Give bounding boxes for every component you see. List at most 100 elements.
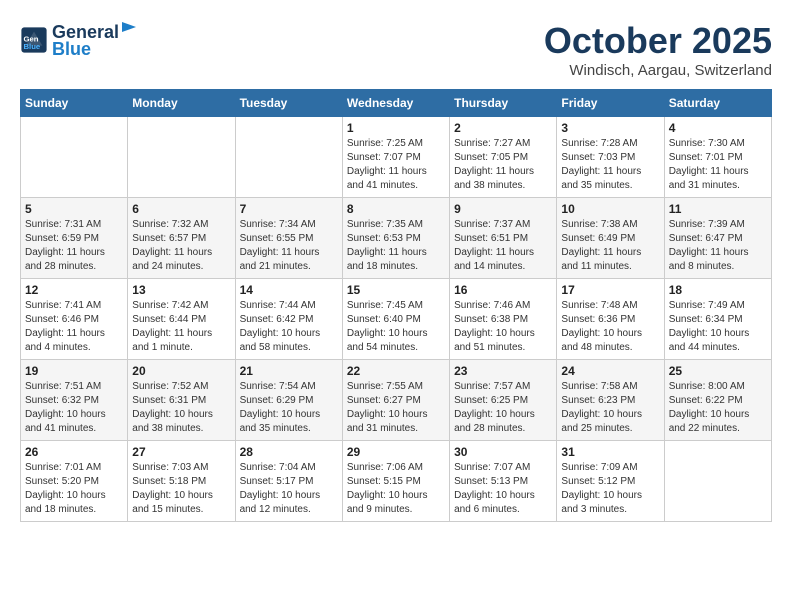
calendar-cell: 7 Sunrise: 7:34 AM Sunset: 6:55 PM Daylig… <box>235 198 342 279</box>
calendar-cell: 14 Sunrise: 7:44 AM Sunset: 6:42 PM Dayli… <box>235 279 342 360</box>
weekday-wednesday: Wednesday <box>342 90 449 117</box>
week-row-1: 1Sunrise: 7:25 AM Sunset: 7:07 PM Daylig… <box>21 117 772 198</box>
weekday-friday: Friday <box>557 90 664 117</box>
day-info: Sunrise: 7:49 AM Sunset: 6:34 PM Dayligh… <box>669 299 767 355</box>
day-number: 11 <box>669 202 767 216</box>
calendar-cell: 24 Sunrise: 7:58 AM Sunset: 6:23 PM Dayli… <box>557 360 664 441</box>
day-number: 31 <box>561 445 659 459</box>
logo: Gen Blue General Blue <box>20 20 138 60</box>
logo-flag-icon <box>120 20 138 38</box>
day-number: 27 <box>132 445 230 459</box>
calendar-cell: 5 Sunrise: 7:31 AM Sunset: 6:59 PM Daylig… <box>21 198 128 279</box>
day-info: Sunrise: 7:57 AM Sunset: 6:25 PM Dayligh… <box>454 380 552 436</box>
day-number: 3 <box>561 121 659 135</box>
calendar-cell: 8Sunrise: 7:35 AM Sunset: 6:53 PM Daylig… <box>342 198 449 279</box>
day-info: Sunrise: 7:31 AM Sunset: 6:59 PM Dayligh… <box>25 218 123 274</box>
day-number: 5 <box>25 202 123 216</box>
day-info: Sunrise: 7:25 AM Sunset: 7:07 PM Dayligh… <box>347 137 445 193</box>
day-number: 30 <box>454 445 552 459</box>
calendar-cell: 10 Sunrise: 7:38 AM Sunset: 6:49 PM Dayli… <box>557 198 664 279</box>
calendar-cell: 16 Sunrise: 7:46 AM Sunset: 6:38 PM Dayli… <box>450 279 557 360</box>
calendar-cell: 13 Sunrise: 7:42 AM Sunset: 6:44 PM Dayli… <box>128 279 235 360</box>
calendar-cell: 18Sunrise: 7:49 AM Sunset: 6:34 PM Dayli… <box>664 279 771 360</box>
day-info: Sunrise: 7:03 AM Sunset: 5:18 PM Dayligh… <box>132 461 230 517</box>
calendar-cell: 27 Sunrise: 7:03 AM Sunset: 5:18 PM Dayli… <box>128 441 235 522</box>
day-info: Sunrise: 7:42 AM Sunset: 6:44 PM Dayligh… <box>132 299 230 355</box>
day-number: 22 <box>347 364 445 378</box>
day-number: 28 <box>240 445 338 459</box>
calendar-cell: 20 Sunrise: 7:52 AM Sunset: 6:31 PM Dayli… <box>128 360 235 441</box>
day-info: Sunrise: 7:39 AM Sunset: 6:47 PM Dayligh… <box>669 218 767 274</box>
day-number: 21 <box>240 364 338 378</box>
logo-icon: Gen Blue <box>20 26 48 54</box>
week-row-5: 26 Sunrise: 7:01 AM Sunset: 5:20 PM Dayli… <box>21 441 772 522</box>
day-info: Sunrise: 7:01 AM Sunset: 5:20 PM Dayligh… <box>25 461 123 517</box>
week-row-4: 19 Sunrise: 7:51 AM Sunset: 6:32 PM Dayli… <box>21 360 772 441</box>
weekday-sunday: Sunday <box>21 90 128 117</box>
calendar-cell: 26 Sunrise: 7:01 AM Sunset: 5:20 PM Dayli… <box>21 441 128 522</box>
day-info: Sunrise: 7:30 AM Sunset: 7:01 PM Dayligh… <box>669 137 767 193</box>
day-number: 24 <box>561 364 659 378</box>
calendar-cell: 21 Sunrise: 7:54 AM Sunset: 6:29 PM Dayli… <box>235 360 342 441</box>
calendar-cell: 30 Sunrise: 7:07 AM Sunset: 5:13 PM Dayli… <box>450 441 557 522</box>
weekday-saturday: Saturday <box>664 90 771 117</box>
day-info: Sunrise: 8:00 AM Sunset: 6:22 PM Dayligh… <box>669 380 767 436</box>
calendar-cell: 11 Sunrise: 7:39 AM Sunset: 6:47 PM Dayli… <box>664 198 771 279</box>
calendar-cell: 29Sunrise: 7:06 AM Sunset: 5:15 PM Dayli… <box>342 441 449 522</box>
weekday-thursday: Thursday <box>450 90 557 117</box>
day-number: 17 <box>561 283 659 297</box>
day-info: Sunrise: 7:51 AM Sunset: 6:32 PM Dayligh… <box>25 380 123 436</box>
calendar-cell: 17Sunrise: 7:48 AM Sunset: 6:36 PM Dayli… <box>557 279 664 360</box>
day-info: Sunrise: 7:34 AM Sunset: 6:55 PM Dayligh… <box>240 218 338 274</box>
day-info: Sunrise: 7:45 AM Sunset: 6:40 PM Dayligh… <box>347 299 445 355</box>
location-title: Windisch, Aargau, Switzerland <box>544 62 772 79</box>
calendar-table: SundayMondayTuesdayWednesdayThursdayFrid… <box>20 89 772 522</box>
day-number: 23 <box>454 364 552 378</box>
day-number: 15 <box>347 283 445 297</box>
day-info: Sunrise: 7:07 AM Sunset: 5:13 PM Dayligh… <box>454 461 552 517</box>
day-number: 12 <box>25 283 123 297</box>
day-number: 4 <box>669 121 767 135</box>
day-info: Sunrise: 7:54 AM Sunset: 6:29 PM Dayligh… <box>240 380 338 436</box>
day-info: Sunrise: 7:52 AM Sunset: 6:31 PM Dayligh… <box>132 380 230 436</box>
calendar-cell: 25 Sunrise: 8:00 AM Sunset: 6:22 PM Dayli… <box>664 360 771 441</box>
day-number: 10 <box>561 202 659 216</box>
day-info: Sunrise: 7:09 AM Sunset: 5:12 PM Dayligh… <box>561 461 659 517</box>
day-info: Sunrise: 7:44 AM Sunset: 6:42 PM Dayligh… <box>240 299 338 355</box>
day-info: Sunrise: 7:46 AM Sunset: 6:38 PM Dayligh… <box>454 299 552 355</box>
calendar-cell: 19 Sunrise: 7:51 AM Sunset: 6:32 PM Dayli… <box>21 360 128 441</box>
calendar-cell: 1Sunrise: 7:25 AM Sunset: 7:07 PM Daylig… <box>342 117 449 198</box>
weekday-monday: Monday <box>128 90 235 117</box>
day-number: 16 <box>454 283 552 297</box>
calendar-cell: 31 Sunrise: 7:09 AM Sunset: 5:12 PM Dayli… <box>557 441 664 522</box>
day-number: 13 <box>132 283 230 297</box>
day-number: 8 <box>347 202 445 216</box>
day-number: 14 <box>240 283 338 297</box>
calendar-cell: 6Sunrise: 7:32 AM Sunset: 6:57 PM Daylig… <box>128 198 235 279</box>
day-info: Sunrise: 7:27 AM Sunset: 7:05 PM Dayligh… <box>454 137 552 193</box>
week-row-2: 5 Sunrise: 7:31 AM Sunset: 6:59 PM Daylig… <box>21 198 772 279</box>
day-number: 25 <box>669 364 767 378</box>
calendar-cell: 22 Sunrise: 7:55 AM Sunset: 6:27 PM Dayli… <box>342 360 449 441</box>
day-number: 20 <box>132 364 230 378</box>
day-number: 26 <box>25 445 123 459</box>
day-info: Sunrise: 7:04 AM Sunset: 5:17 PM Dayligh… <box>240 461 338 517</box>
day-number: 19 <box>25 364 123 378</box>
weekday-tuesday: Tuesday <box>235 90 342 117</box>
day-info: Sunrise: 7:38 AM Sunset: 6:49 PM Dayligh… <box>561 218 659 274</box>
day-info: Sunrise: 7:55 AM Sunset: 6:27 PM Dayligh… <box>347 380 445 436</box>
calendar-cell: 28 Sunrise: 7:04 AM Sunset: 5:17 PM Dayli… <box>235 441 342 522</box>
calendar-cell: 9Sunrise: 7:37 AM Sunset: 6:51 PM Daylig… <box>450 198 557 279</box>
calendar-cell: 2 Sunrise: 7:27 AM Sunset: 7:05 PM Daylig… <box>450 117 557 198</box>
day-number: 2 <box>454 121 552 135</box>
day-info: Sunrise: 7:41 AM Sunset: 6:46 PM Dayligh… <box>25 299 123 355</box>
calendar-cell: 3Sunrise: 7:28 AM Sunset: 7:03 PM Daylig… <box>557 117 664 198</box>
day-info: Sunrise: 7:58 AM Sunset: 6:23 PM Dayligh… <box>561 380 659 436</box>
calendar-cell: 15 Sunrise: 7:45 AM Sunset: 6:40 PM Dayli… <box>342 279 449 360</box>
calendar-cell: 12 Sunrise: 7:41 AM Sunset: 6:46 PM Dayli… <box>21 279 128 360</box>
calendar-cell: 23 Sunrise: 7:57 AM Sunset: 6:25 PM Dayli… <box>450 360 557 441</box>
day-number: 6 <box>132 202 230 216</box>
day-number: 7 <box>240 202 338 216</box>
day-info: Sunrise: 7:06 AM Sunset: 5:15 PM Dayligh… <box>347 461 445 517</box>
calendar-cell <box>21 117 128 198</box>
